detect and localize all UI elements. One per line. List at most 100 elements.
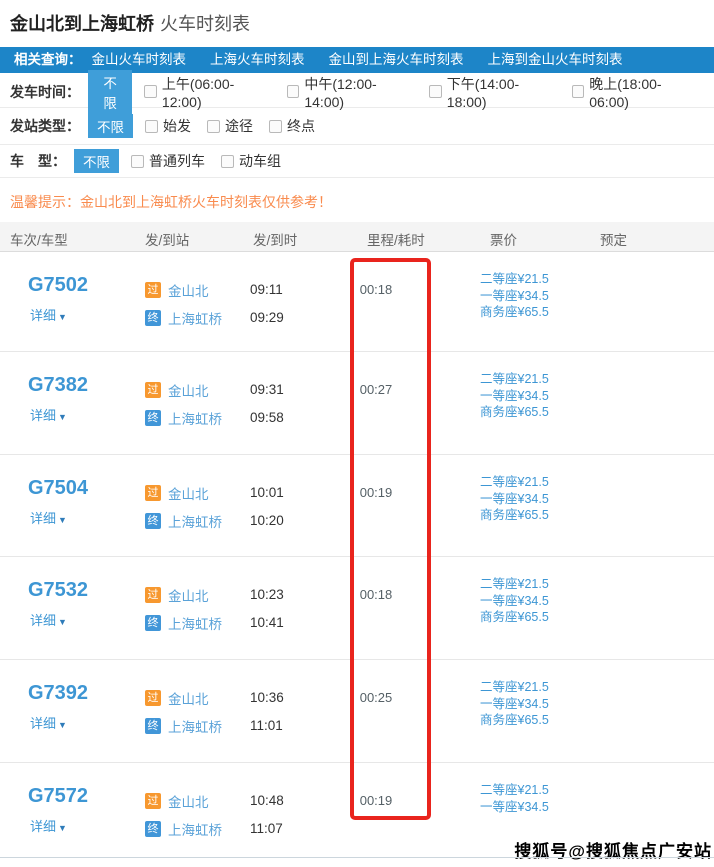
price-line: 二等座¥21.5 [480,782,549,799]
arrival-time: 11:07 [250,821,283,836]
arrival-station-link[interactable]: 上海虹桥 [168,511,222,531]
departure-station-link[interactable]: 金山北 [168,483,209,503]
checkbox[interactable] [429,85,442,98]
related-queries-label: 相关查询： [14,52,82,67]
column-header: 发/到时 [253,229,297,249]
filter-option[interactable]: 终点 [269,116,315,136]
timetable: 车次/车型发/到站发/到时里程/耗时票价预定 G7502详细▼过金山北终上海虹桥… [0,222,714,858]
column-header: 里程/耗时 [367,229,425,249]
filter-unlimited-button[interactable]: 不限 [88,114,133,138]
departure-station-line: 过金山北 [145,585,209,605]
filter-option[interactable]: 晚上(18:00-06:00) [572,74,698,110]
departure-station-link[interactable]: 金山北 [168,380,209,400]
filter-option[interactable]: 始发 [145,116,191,136]
arrival-station-link[interactable]: 上海虹桥 [168,716,222,736]
departure-time: 09:31 [250,382,284,397]
detail-toggle[interactable]: 详细▼ [30,816,67,835]
column-header: 发/到站 [145,229,189,249]
train-row: G7502详细▼过金山北终上海虹桥09:1109:2900:18二等座¥21.5… [0,252,714,352]
filter-row: 发车时间：不限上午(06:00-12:00)中午(12:00-14:00)下午(… [0,76,714,108]
train-number-link[interactable]: G7392 [28,682,88,705]
departure-station-link[interactable]: 金山北 [168,585,209,605]
filter-option-label: 中午(12:00-14:00) [304,74,413,110]
checkbox[interactable] [287,85,300,98]
arrival-station-link[interactable]: 上海虹桥 [168,819,222,839]
price-line: 一等座¥34.5 [480,799,549,816]
price-line: 二等座¥21.5 [480,271,549,288]
checkbox[interactable] [221,155,234,168]
page-title: 金山北到上海虹桥火车时刻表 [10,10,250,36]
related-query-link[interactable]: 金山火车时刻表 [92,52,187,67]
price-list: 二等座¥21.5一等座¥34.5商务座¥65.5 [480,679,549,729]
filter-option[interactable]: 上午(06:00-12:00) [144,74,270,110]
arrival-station-line: 终上海虹桥 [145,716,222,736]
arrival-station-link[interactable]: 上海虹桥 [168,308,222,328]
detail-label: 详细 [30,408,56,423]
duration-value: 00:19 [340,793,412,808]
detail-toggle[interactable]: 详细▼ [30,405,67,424]
price-list: 二等座¥21.5一等座¥34.5商务座¥65.5 [480,371,549,421]
related-query-link[interactable]: 上海到金山火车时刻表 [488,52,623,67]
train-number-link[interactable]: G7382 [28,374,88,397]
departure-station-link[interactable]: 金山北 [168,280,209,300]
departure-time: 09:11 [250,282,283,297]
departure-station-line: 过金山北 [145,688,209,708]
price-line: 一等座¥34.5 [480,491,549,508]
filter-option-label: 上午(06:00-12:00) [162,74,271,110]
page: 金山北到上海虹桥火车时刻表 相关查询： 金山火车时刻表 上海火车时刻表 金山到上海火车… [0,0,714,867]
chevron-down-icon: ▼ [58,823,67,833]
checkbox[interactable] [572,85,585,98]
detail-toggle[interactable]: 详细▼ [30,508,67,527]
filter-option[interactable]: 途径 [207,116,253,136]
train-row: G7382详细▼过金山北终上海虹桥09:3109:5800:27二等座¥21.5… [0,352,714,455]
detail-toggle[interactable]: 详细▼ [30,713,67,732]
price-list: 二等座¥21.5一等座¥34.5商务座¥65.5 [480,271,549,321]
train-number-link[interactable]: G7572 [28,785,88,808]
checkbox[interactable] [145,120,158,133]
arrival-station-link[interactable]: 上海虹桥 [168,408,222,428]
duration-value: 00:27 [340,382,412,397]
price-line: 商务座¥65.5 [480,404,549,421]
column-header: 车次/车型 [10,229,68,249]
column-header: 预定 [600,229,627,249]
checkbox[interactable] [131,155,144,168]
arrival-station-link[interactable]: 上海虹桥 [168,613,222,633]
checkbox[interactable] [269,120,282,133]
related-query-link[interactable]: 金山到上海火车时刻表 [329,52,464,67]
arrival-time: 09:58 [250,410,284,425]
train-number-link[interactable]: G7502 [28,274,88,297]
filter-option-label: 终点 [287,116,315,136]
duration-value: 00:25 [340,690,412,705]
arrival-station-line: 终上海虹桥 [145,511,222,531]
filter-option-label: 始发 [163,116,191,136]
filter-option[interactable]: 中午(12:00-14:00) [287,74,413,110]
departure-station-link[interactable]: 金山北 [168,791,209,811]
filter-unlimited-button[interactable]: 不限 [88,70,132,114]
checkbox[interactable] [144,85,157,98]
related-query-link[interactable]: 上海火车时刻表 [210,52,305,67]
price-line: 二等座¥21.5 [480,371,549,388]
departure-time: 10:01 [250,485,284,500]
detail-toggle[interactable]: 详细▼ [30,305,67,324]
detail-label: 详细 [30,613,56,628]
filter-option[interactable]: 下午(14:00-18:00) [429,74,555,110]
detail-label: 详细 [30,819,56,834]
checkbox[interactable] [207,120,220,133]
terminal-badge: 终 [145,513,161,529]
train-number-link[interactable]: G7504 [28,477,88,500]
filter-option[interactable]: 动车组 [221,151,281,171]
duration-value: 00:18 [340,587,412,602]
detail-label: 详细 [30,308,56,323]
train-number-link[interactable]: G7532 [28,579,88,602]
detail-toggle[interactable]: 详细▼ [30,610,67,629]
departure-station-link[interactable]: 金山北 [168,688,209,708]
departure-time: 10:36 [250,690,284,705]
filter-label: 车 型： [10,151,66,171]
filter-option-label: 普通列车 [149,151,205,171]
filter-option[interactable]: 普通列车 [131,151,205,171]
page-title-route: 金山北到上海虹桥 [10,14,154,34]
filter-option-label: 途径 [225,116,253,136]
duration-value: 00:18 [340,282,412,297]
train-row: G7392详细▼过金山北终上海虹桥10:3611:0100:25二等座¥21.5… [0,660,714,763]
filter-unlimited-button[interactable]: 不限 [74,149,119,173]
